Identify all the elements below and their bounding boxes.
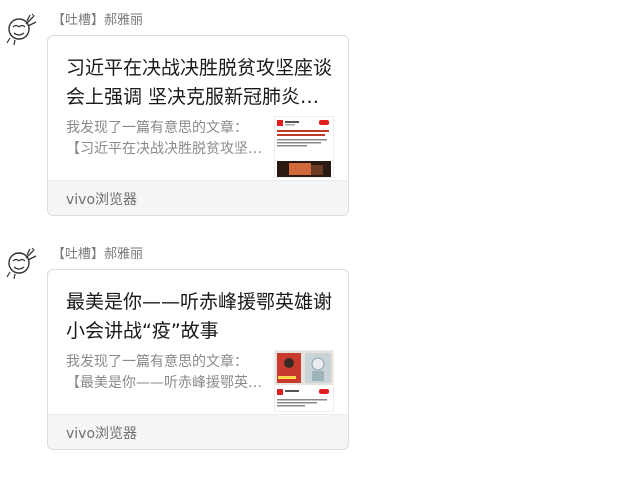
card-title: 习近平在决战决胜脱贫攻坚座谈会上强调 坚决克服新冠肺炎疫情影响 坚决夺取脱贫攻坚… [66, 57, 333, 108]
cartoon-avatar-icon[interactable] [6, 246, 42, 280]
card-title: 最美是你——听赤峰援鄂英雄谢小会讲战“疫”故事 [66, 291, 333, 342]
card-footer: vivo浏览器 [48, 180, 348, 215]
article-thumbnail [274, 116, 334, 178]
cartoon-avatar-icon[interactable] [6, 12, 42, 46]
source-app-label: vivo浏览器 [66, 192, 138, 208]
chat-area: 【吐槽】郝雅丽 习近平在决战决胜脱贫攻坚座谈会上强调 坚决克服新冠肺炎疫情影响 … [0, 0, 640, 480]
shared-article-card[interactable]: 习近平在决战决胜脱贫攻坚座谈会上强调 坚决克服新冠肺炎疫情影响 坚决夺取脱贫攻坚… [47, 35, 349, 216]
card-description: 我发现了一篇有意思的文章：【最美是你——听赤峰援鄂英雄谢小会讲战“疫”故事】 [66, 354, 262, 391]
cartoon-avatar-icon[interactable] [8, 474, 32, 480]
shared-article-card[interactable]: 最美是你——听赤峰援鄂英雄谢小会讲战“疫”故事 我发现了一篇有意思的文章：【最美… [47, 269, 349, 450]
red-badge-icon [277, 120, 283, 126]
sender-name: 【吐槽】郝雅丽 [52, 247, 144, 262]
card-description: 我发现了一篇有意思的文章：【习近平在决战决胜脱贫攻坚座谈会上强调】 [66, 120, 262, 157]
card-footer: vivo浏览器 [48, 414, 348, 449]
sender-name: 【吐槽】郝雅丽 [52, 13, 144, 28]
red-badge-icon [277, 389, 283, 395]
source-app-label: vivo浏览器 [66, 426, 138, 442]
article-thumbnail [274, 350, 334, 412]
